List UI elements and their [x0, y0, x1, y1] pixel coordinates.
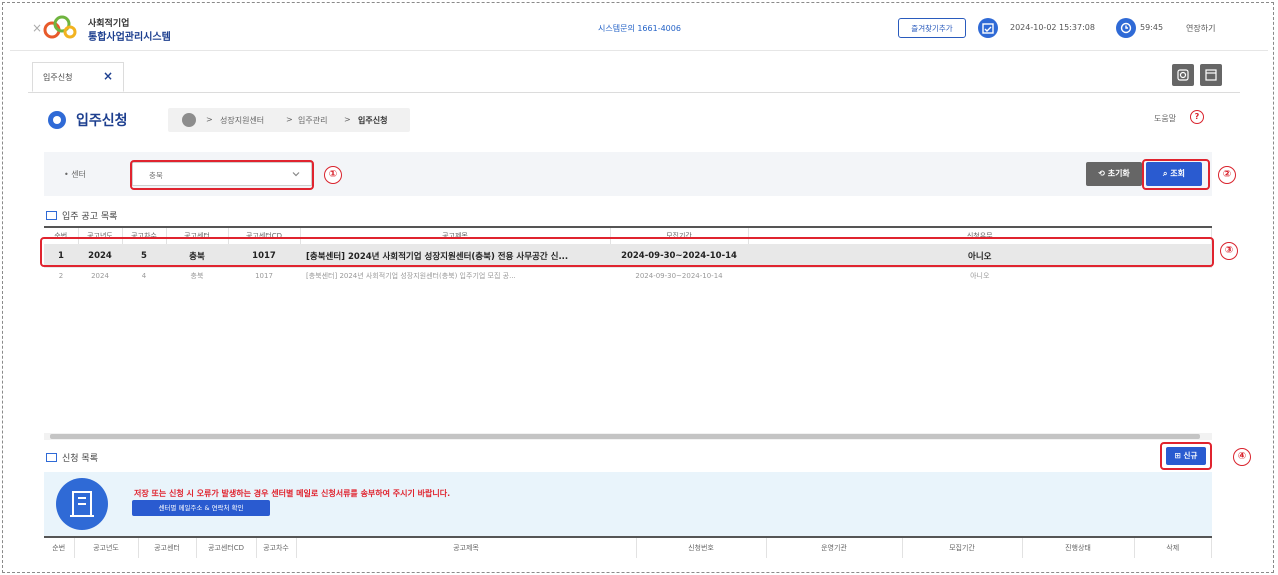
highlight-selected-row: [40, 237, 1214, 267]
tab-close-icon[interactable]: ×: [103, 69, 113, 83]
center-label: • 센터: [64, 170, 86, 179]
marker-1: ①: [324, 166, 342, 184]
marker-4: ④: [1233, 448, 1251, 466]
reset-icon: ⟲: [1098, 169, 1108, 178]
tab-label: 입주신청: [43, 73, 73, 82]
notice-text: 저장 또는 신청 시 오류가 발생하는 경우 센터별 메일로 신청서류를 송부하…: [134, 489, 451, 498]
breadcrumb: > 성장지원센터 > 입주관리 > 입주신청: [168, 108, 410, 132]
building-icon: [56, 478, 108, 530]
notice-list-title: 입주 공고 목록: [62, 212, 118, 222]
breadcrumb-separator: >: [344, 115, 351, 124]
col-header: 진행상태: [1022, 538, 1135, 558]
scrollbar-thumb[interactable]: [50, 434, 1200, 439]
application-list-title: 신청 목록: [62, 454, 98, 464]
calendar-icon: [978, 18, 998, 38]
col-header: 삭제: [1134, 538, 1212, 558]
cell: 2: [58, 272, 64, 280]
help-link[interactable]: 도움말: [1154, 113, 1176, 124]
help-icon[interactable]: ?: [1190, 110, 1204, 124]
col-header: 공고년도: [74, 538, 139, 558]
breadcrumb-item[interactable]: 입주관리: [298, 115, 327, 126]
col-header: 모집기간: [902, 538, 1023, 558]
add-favorite-button[interactable]: 즐겨찾기추가: [898, 18, 966, 38]
breadcrumb-separator: >: [286, 115, 293, 124]
refresh-icon[interactable]: [1172, 64, 1194, 86]
cell: 1017: [255, 272, 273, 280]
col-header: 공고센터: [138, 538, 197, 558]
notice-banner: 저장 또는 신청 시 오류가 발생하는 경우 센터별 메일로 신청서류를 송부하…: [44, 472, 1212, 536]
clock-icon: [1116, 18, 1136, 38]
current-datetime: 2024-10-02 15:37:08: [1010, 23, 1095, 32]
col-header: 신청번호: [636, 538, 767, 558]
col-header: 공고차수: [256, 538, 297, 558]
center-contact-button[interactable]: 센터별 메일주소 & 연락처 확인: [132, 500, 270, 516]
highlight-search-button: [1142, 159, 1210, 190]
col-header: 운영기관: [766, 538, 903, 558]
tab-bar: 입주신청 ×: [28, 60, 1240, 93]
extend-session-link[interactable]: 연장하기: [1186, 23, 1215, 34]
support-phone: 시스템문의 1661-4006: [598, 24, 681, 33]
reset-button[interactable]: ⟲ 초기화: [1086, 162, 1142, 186]
table-row[interactable]: 2 2024 4 충북 1017 [충북센터] 2024년 사회적기업 성장지원…: [44, 268, 1212, 284]
highlight-center-select: [130, 160, 314, 190]
col-header: 공고제목: [296, 538, 637, 558]
cell-title: [충북센터] 2024년 사회적기업 성장지원센터(충북) 입주기업 모집 공.…: [306, 272, 516, 280]
cell: 2024-09-30~2024-10-14: [635, 272, 723, 280]
svg-text:×: ×: [32, 21, 42, 35]
header-divider: [10, 50, 1268, 51]
top-header: × 사회적기업 통합사업관리시스템 시스템문의 1661-4006 즐겨찾기추가…: [10, 6, 1268, 50]
marker-2: ②: [1218, 166, 1236, 184]
cell: 4: [141, 272, 147, 280]
list-icon: [46, 211, 57, 220]
page-title-icon: [48, 111, 66, 129]
logo-line2[interactable]: 통합사업관리시스템: [88, 28, 171, 43]
session-timer: 59:45: [1140, 23, 1164, 32]
window-icon[interactable]: [1200, 64, 1222, 86]
cell: 충북: [190, 272, 204, 280]
col-header: 순번: [44, 538, 75, 558]
home-icon[interactable]: [182, 113, 196, 127]
logo-icon: ×: [32, 15, 77, 39]
breadcrumb-item[interactable]: 성장지원센터: [220, 115, 264, 126]
cell: 아니오: [970, 272, 990, 280]
list-icon: [46, 453, 57, 462]
col-header: 공고센터CD: [196, 538, 257, 558]
page-title: 입주신청: [76, 113, 128, 129]
marker-3: ③: [1220, 242, 1238, 260]
application-list-table: 순번 공고년도 공고센터 공고센터CD 공고차수 공고제목 신청번호 운영기관 …: [44, 536, 1212, 558]
breadcrumb-separator: >: [206, 115, 213, 124]
reset-label: 초기화: [1107, 169, 1130, 178]
cell: 2024: [91, 272, 109, 280]
highlight-new-button: [1160, 442, 1212, 470]
horizontal-scrollbar[interactable]: [44, 433, 1212, 440]
tab-move-in-application[interactable]: 입주신청 ×: [32, 62, 124, 92]
breadcrumb-current: 입주신청: [358, 116, 388, 125]
